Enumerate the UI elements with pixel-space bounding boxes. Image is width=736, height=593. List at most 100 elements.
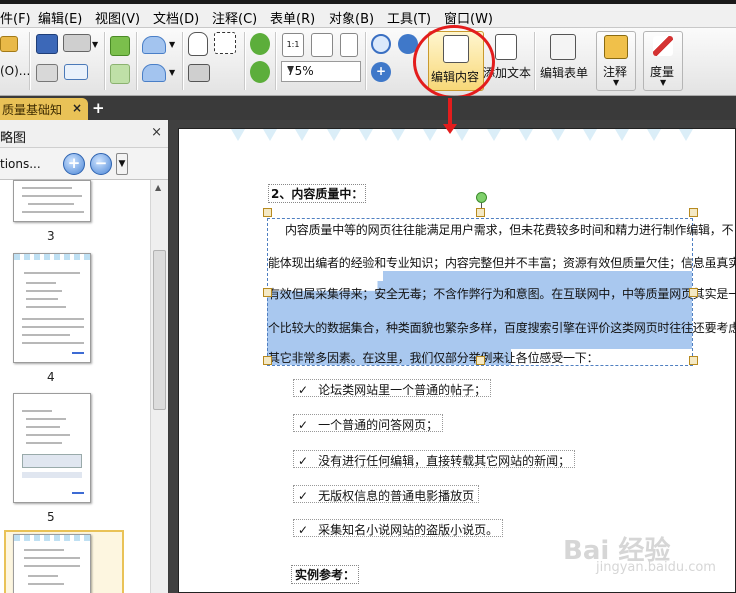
thumbnail-page-number: 3	[47, 229, 55, 243]
print-icon[interactable]	[36, 64, 58, 82]
save-icon[interactable]	[36, 34, 58, 54]
menu-file[interactable]: 件(F)	[0, 8, 31, 27]
edit-form-icon[interactable]	[550, 34, 576, 60]
list-item-text: 一个普通的问答网页；	[318, 418, 439, 432]
document-tab-bar: 质量基础知 × +	[0, 96, 736, 120]
close-tab-icon[interactable]: ×	[72, 101, 82, 115]
new-tab-button[interactable]: +	[92, 99, 105, 117]
hand-tool-icon[interactable]	[188, 32, 208, 56]
menu-view[interactable]: 视图(V)	[95, 8, 140, 27]
annotation-arrow	[448, 98, 452, 126]
page-prev-icon[interactable]	[110, 36, 130, 56]
list-item[interactable]: ✓ 论坛类网站里一个普通的帖子；	[293, 379, 492, 397]
resize-handle-tm[interactable]	[476, 208, 485, 217]
rotate-cw-icon[interactable]	[250, 33, 270, 55]
open-folder-icon[interactable]	[0, 36, 18, 52]
list-item[interactable]: ✓ 一个普通的问答网页；	[293, 414, 444, 432]
resize-handle-bm[interactable]	[476, 356, 485, 365]
list-item[interactable]: ✓ 采集知名小说网站的盗版小说页。	[293, 519, 504, 537]
annotate-icon	[604, 35, 628, 59]
redo-icon[interactable]	[142, 64, 166, 82]
paragraph-line: 能体现出编者的经验和专业知识；内容完整但并不丰富；资源有效但质量欠佳；信息虽真实	[268, 256, 736, 270]
thumbnail-panel-header: 略图 ×	[0, 120, 168, 148]
open-label[interactable]: (O)...	[0, 64, 30, 78]
menu-edit[interactable]: 编辑(E)	[38, 8, 82, 27]
paragraph-line: 内容质量中等的网页往往能满足用户需求，但未花费较多时间和精力进行制作编辑，不	[285, 223, 734, 237]
annotate-button[interactable]: 注释 ▼	[596, 31, 636, 91]
scanner-dropdown-icon[interactable]: ▼	[92, 40, 98, 49]
rotate-handle[interactable]	[476, 192, 487, 203]
list-item-text: 论坛类网站里一个普通的帖子；	[318, 383, 487, 397]
menu-tools[interactable]: 工具(T)	[387, 8, 431, 27]
thumbnail-page-number: 4	[47, 370, 55, 384]
actual-size-button[interactable]: 1:1	[282, 33, 304, 57]
zoom-tool-icon[interactable]	[371, 34, 391, 54]
scroll-up-icon[interactable]: ▲	[155, 183, 161, 192]
scanner-icon[interactable]	[63, 34, 91, 52]
scrollbar-thumb[interactable]	[153, 250, 166, 410]
close-panel-icon[interactable]: ×	[151, 125, 162, 140]
document-tab-title: 质量基础知	[2, 103, 63, 117]
check-icon: ✓	[298, 454, 309, 468]
redo-dropdown-icon[interactable]: ▼	[169, 68, 175, 77]
actual-size-label: 1:1	[286, 40, 300, 49]
document-page: 2、内容质量中： 内容质量中等的网页往往能满足用户需求，但未花费较多时间和精力进…	[178, 128, 736, 593]
list-item[interactable]: ✓ 无版权信息的普通电影播放页	[293, 485, 480, 503]
check-icon: ✓	[298, 523, 309, 537]
fit-page-icon[interactable]	[311, 33, 333, 57]
enlarge-thumbnails-button[interactable]: +	[63, 153, 85, 175]
document-view: 2、内容质量中： 内容质量中等的网页往往能满足用户需求，但未花费较多时间和精力进…	[169, 120, 736, 593]
thumbnail-scrollbar[interactable]: ▲	[150, 180, 168, 593]
watermark-url: jingyan.baidu.com	[596, 560, 716, 575]
list-item-text: 采集知名小说网站的盗版小说页。	[318, 523, 499, 537]
measure-button[interactable]: 度量 ▼	[643, 31, 683, 91]
email-icon[interactable]	[64, 64, 88, 80]
check-icon: ✓	[298, 489, 309, 503]
menu-form[interactable]: 表单(R)	[270, 8, 315, 27]
chevron-down-icon: ▼	[287, 65, 294, 75]
resize-handle-br[interactable]	[689, 356, 698, 365]
menu-document[interactable]: 文档(D)	[153, 8, 199, 27]
add-text-icon[interactable]	[495, 34, 517, 60]
document-tab[interactable]: 质量基础知 ×	[0, 98, 88, 120]
section-heading[interactable]: 2、内容质量中：	[268, 184, 367, 203]
thumbnail-page-5[interactable]	[13, 393, 91, 503]
edit-form-label[interactable]: 编辑表单	[540, 64, 588, 81]
zoom-level-select[interactable]: 75% ▼	[281, 61, 361, 82]
thumbnail-page-3[interactable]	[13, 180, 91, 222]
resize-handle-tl[interactable]	[263, 208, 272, 217]
fit-width-icon[interactable]	[340, 33, 358, 57]
select-tool-icon[interactable]	[214, 32, 236, 54]
measure-dropdown-icon: ▼	[660, 78, 667, 87]
menu-comment[interactable]: 注释(C)	[212, 8, 257, 27]
snapshot-icon[interactable]	[188, 64, 210, 82]
shrink-thumbnails-button[interactable]: −	[90, 153, 112, 175]
menu-object[interactable]: 对象(B)	[329, 8, 374, 27]
paragraph-line: 有效但属采集得来；安全无毒；不含作弊行为和意图。在互联网中，中等质量网页其实是一	[268, 287, 736, 301]
zoom-in-icon[interactable]: +	[371, 62, 391, 82]
resize-handle-bl[interactable]	[263, 356, 272, 365]
page-next-icon[interactable]	[110, 64, 130, 84]
paragraph-line: 其它非常多因素。在这里，我们仅部分举例来让各位感受一下：	[268, 351, 599, 365]
options-menu[interactable]: tions...	[0, 157, 41, 171]
resize-handle-ml[interactable]	[263, 288, 272, 297]
undo-icon[interactable]	[142, 36, 166, 54]
chevron-down-icon[interactable]: ▼	[116, 153, 128, 175]
measure-icon	[653, 36, 673, 56]
annotate-dropdown-icon: ▼	[613, 78, 620, 87]
example-subheading[interactable]: 实例参考：	[291, 565, 360, 584]
paragraph-line: 个比较大的数据集合，种类面貌也繁杂多样，百度搜索引擎在评价这类网页时往往还要考虑	[268, 321, 736, 335]
thumbnail-panel-title: 略图	[0, 131, 27, 146]
annotation-arrow-head	[443, 124, 457, 134]
resize-handle-mr[interactable]	[689, 288, 698, 297]
undo-dropdown-icon[interactable]: ▼	[169, 40, 175, 49]
main-toolbar: (O)... ▼ ▼ ▼ 1:1 + 编辑内容 添加文本 编辑表单 注释 ▼ 度…	[0, 28, 736, 96]
thumbnail-page-4[interactable]	[13, 253, 91, 363]
resize-handle-tr[interactable]	[689, 208, 698, 217]
list-item-text: 无版权信息的普通电影播放页	[318, 489, 475, 503]
thumbnail-page-6[interactable]	[13, 534, 91, 593]
rotate-ccw-icon[interactable]	[250, 61, 270, 83]
list-item[interactable]: ✓ 没有进行任何编辑，直接转载其它网站的新闻；	[293, 450, 576, 468]
thumbnail-panel: 略图 × tions... + − ▼ 3 4 5 ▲	[0, 120, 168, 593]
menu-bar: 件(F) 编辑(E) 视图(V) 文档(D) 注释(C) 表单(R) 对象(B)…	[0, 4, 736, 28]
